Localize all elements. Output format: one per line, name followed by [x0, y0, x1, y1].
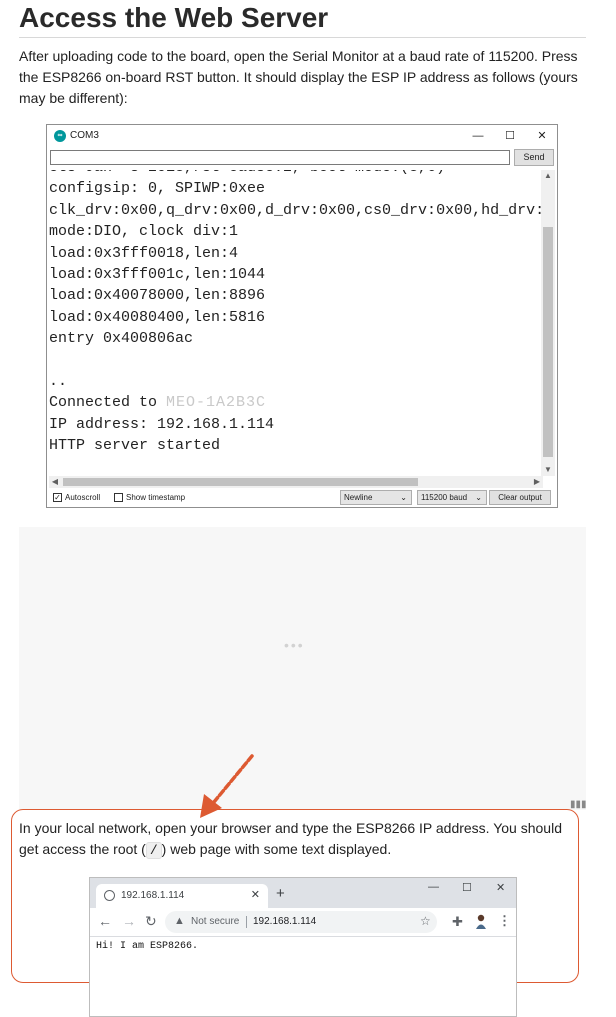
serial-output-lines: ets Jan 8 2013,rst cause:2, boot mode:(3… — [49, 170, 543, 457]
boot-log-lines: ets Jan 8 2013,rst cause:2, boot mode:(3… — [49, 170, 543, 391]
webpage-text: Hi! I am ESP8266. — [96, 941, 199, 952]
page-heading: Access the Web Server — [19, 2, 329, 33]
browser-tab-strip: 192.168.1.114 ✕ + — ☐ ✕ — [90, 878, 516, 908]
send-button[interactable]: Send — [514, 149, 554, 166]
local-network-paragraph: In your local network, open your browser… — [19, 818, 584, 861]
chevron-down-icon: ⌄ — [400, 493, 407, 502]
line-ending-value: Newline — [344, 493, 373, 502]
omnibox-separator — [246, 916, 247, 928]
browser-close-icon[interactable]: ✕ — [496, 881, 505, 894]
scroll-right-icon[interactable]: ▶ — [531, 476, 543, 488]
menu-dots-icon[interactable]: ⋮ — [498, 913, 511, 929]
horizontal-scrollbar[interactable]: ◀ ▶ — [49, 476, 543, 488]
local-text-end: ) web page with some text displayed. — [161, 841, 392, 857]
ip-address-line: IP address: 192.168.1.114 — [49, 415, 275, 433]
baud-rate-value: 115200 baud — [421, 493, 468, 502]
browser-maximize-icon[interactable]: ☐ — [462, 881, 472, 894]
minimize-icon[interactable]: — — [467, 128, 489, 144]
maximize-icon[interactable]: ☐ — [499, 128, 521, 144]
extensions-icon[interactable]: ✚ — [452, 914, 463, 930]
tab-title: 192.168.1.114 — [121, 890, 185, 901]
arduino-icon: ∞ — [54, 130, 66, 142]
browser-minimize-icon[interactable]: — — [428, 881, 439, 893]
vertical-scrollbar[interactable]: ▲ ▼ — [541, 170, 555, 476]
serial-output: ets Jan 8 2013,rst cause:2, boot mode:(3… — [49, 170, 543, 476]
serial-bottom-bar: ✓ Autoscroll Show timestamp Newline ⌄ 115… — [50, 489, 554, 507]
security-indicator: Not secure — [191, 916, 240, 927]
timestamp-checkbox[interactable] — [114, 493, 123, 502]
browser-toolbar: ← → ↻ ▲ Not secure 192.168.1.114 ☆ ✚ ⋮ — [90, 908, 516, 937]
server-started-line: HTTP server started — [49, 437, 221, 455]
reload-icon[interactable]: ↻ — [145, 913, 157, 930]
timestamp-label: Show timestamp — [126, 493, 186, 502]
scroll-left-icon[interactable]: ◀ — [49, 476, 61, 488]
horizontal-scroll-thumb[interactable] — [63, 478, 418, 486]
ad-marker-icon: ▮▮▮ — [570, 799, 587, 810]
address-bar[interactable]: ▲ Not secure 192.168.1.114 — [165, 911, 437, 933]
line-ending-select[interactable]: Newline ⌄ — [340, 490, 412, 505]
serial-monitor-window: ∞ COM3 — ☐ ✕ Send ets Jan 8 2013,rst cau… — [46, 124, 558, 508]
autoscroll-label: Autoscroll — [65, 493, 101, 502]
ad-placeholder — [19, 527, 586, 810]
serial-titlebar: ∞ COM3 — ☐ ✕ — [47, 125, 557, 147]
close-icon[interactable]: ✕ — [531, 128, 553, 144]
scroll-down-icon[interactable]: ▼ — [541, 464, 555, 476]
tab-close-icon[interactable]: ✕ — [251, 888, 260, 901]
back-icon[interactable]: ← — [98, 913, 112, 929]
forward-icon[interactable]: → — [122, 913, 136, 929]
browser-tab[interactable]: 192.168.1.114 ✕ — [96, 884, 268, 908]
root-path-code: / — [145, 842, 162, 859]
serial-window-title: COM3 — [70, 130, 99, 141]
profile-avatar[interactable] — [474, 913, 488, 929]
browser-window: 192.168.1.114 ✕ + — ☐ ✕ ← → ↻ ▲ Not secu… — [89, 877, 517, 1017]
chevron-down-icon: ⌄ — [475, 493, 482, 502]
clear-output-button[interactable]: Clear output — [489, 490, 551, 505]
vertical-scroll-thumb[interactable] — [543, 227, 553, 457]
baud-rate-select[interactable]: 115200 baud ⌄ — [417, 490, 487, 505]
heading-divider — [19, 37, 586, 38]
url-text: 192.168.1.114 — [253, 916, 317, 927]
send-row: Send — [50, 149, 554, 167]
connected-prefix: Connected to — [49, 394, 167, 412]
serial-send-input[interactable] — [50, 150, 510, 165]
bookmark-star-icon[interactable]: ☆ — [420, 914, 431, 928]
globe-icon — [104, 890, 115, 901]
warning-icon: ▲ — [174, 915, 185, 927]
connected-ssid-redacted: MEO-1A2B3C — [166, 394, 267, 412]
intro-paragraph: After uploading code to the board, open … — [19, 48, 578, 106]
autoscroll-checkbox[interactable]: ✓ — [53, 493, 62, 502]
new-tab-icon[interactable]: + — [276, 885, 285, 902]
loading-dots-icon: ••• — [284, 637, 305, 653]
scroll-up-icon[interactable]: ▲ — [541, 170, 555, 182]
